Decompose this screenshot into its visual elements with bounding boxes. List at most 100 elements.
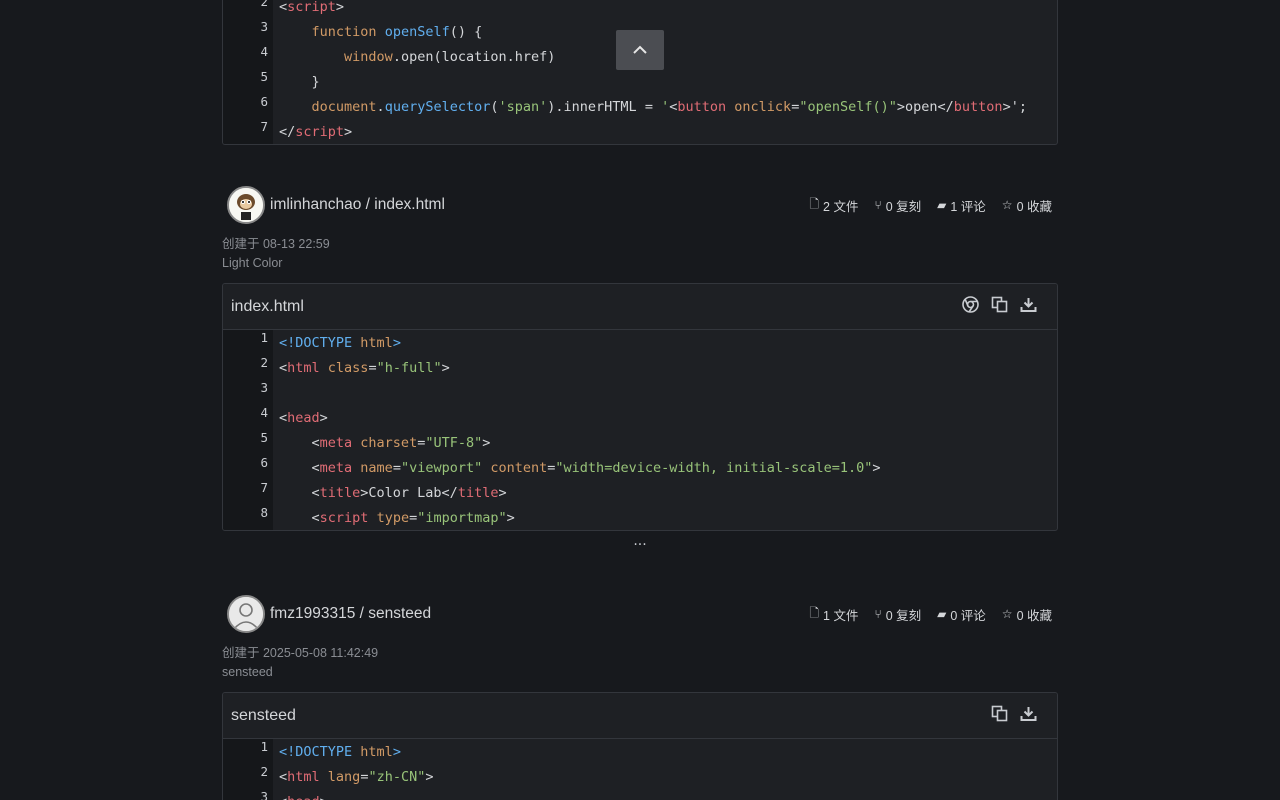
line-number: 5 [260, 69, 268, 84]
stars-stat[interactable]: ☆ 0 收藏 [1002, 604, 1052, 625]
gist-created: 创建于 08-13 22:59 [222, 237, 330, 251]
line-number: 6 [260, 94, 268, 109]
fork-icon: ⑂ [874, 607, 882, 621]
code-line: 1 <!DOCTYPE html> [223, 330, 1057, 355]
code-token: html [360, 334, 393, 351]
code-token: charset [360, 434, 418, 451]
line-number: 1 [260, 739, 268, 754]
code-token: < [279, 484, 320, 501]
line-number: 6 [260, 455, 268, 470]
comment-icon: ▰ [937, 198, 947, 212]
back-to-top-button[interactable] [616, 30, 664, 70]
gist-created: 创建于 2025-05-08 11:42:49 [222, 646, 379, 660]
code-lines: 2 <script> 3 function openSelf() {4 window… [223, 0, 1057, 144]
code-token: lang [327, 768, 361, 785]
code-token: script [287, 0, 336, 15]
line-code: <title>Color Lab</title> [273, 485, 507, 501]
code-token: } [279, 73, 320, 90]
code-line: 7 <title>Color Lab</title> [223, 480, 1057, 505]
code-token: . [376, 98, 385, 115]
download-icon [1020, 707, 1037, 721]
line-code: window.open(location.href) [273, 49, 555, 65]
code-token: >Color Lab</ [360, 484, 458, 501]
code-line: 6 <meta name="viewport" content="width=d… [223, 455, 1057, 480]
gist-owner-link[interactable]: imlinhanchao / index.html [270, 196, 445, 214]
gist-owner-link[interactable]: fmz1993315 / sensteed [270, 605, 431, 623]
code-token: </ [279, 123, 296, 140]
stars-stat[interactable]: ☆ 0 收藏 [1002, 195, 1052, 216]
code-token: > [506, 509, 515, 526]
file-name[interactable]: index.html [231, 298, 304, 316]
line-number: 5 [260, 430, 268, 445]
gist-file: sensteed 1 <!DOCTYPE html> 2 <html lang="zh… [222, 692, 1058, 800]
code-line: 4 <head> [223, 405, 1057, 430]
code-token: button [953, 98, 1003, 115]
copy-button[interactable] [991, 296, 1008, 317]
code-token: content [490, 459, 548, 476]
preview-button[interactable] [962, 296, 979, 317]
comments-stat[interactable]: ▰ 0 评论 [937, 604, 986, 625]
forks-stat[interactable]: ⑂ 0 复刻 [874, 604, 921, 625]
code-token: onclick [734, 98, 792, 115]
code-token: > [441, 359, 450, 376]
line-code: <head> [273, 410, 328, 426]
file-name[interactable]: sensteed [231, 707, 296, 725]
code-token: .open(location.href) [392, 48, 556, 65]
comments-stat[interactable]: ▰ 1 评论 [937, 195, 986, 216]
previous-gist-code: 2 <script> 3 function openSelf() {4 window… [222, 0, 1058, 145]
line-code: <!DOCTYPE html> [273, 744, 401, 760]
chrome-icon [962, 296, 979, 313]
gist-stats: 🗋 2 文件 ⑂ 0 复刻 ▰ 1 评论 ☆ 0 收藏 [809, 195, 1058, 216]
code-token: name [360, 459, 393, 476]
code-token: head [287, 794, 320, 800]
line-code: <html class="h-full"> [273, 360, 450, 376]
forks-stat[interactable]: ⑂ 0 复刻 [874, 195, 921, 216]
fork-icon: ⑂ [874, 198, 882, 212]
code-line: 3 [223, 380, 1057, 405]
copy-icon [991, 296, 1008, 313]
download-button[interactable] [1020, 296, 1037, 317]
code-line: 1 <!DOCTYPE html> [223, 739, 1057, 764]
code-token: html [287, 768, 320, 785]
code-token: "openSelf()" [799, 98, 897, 115]
copy-icon [991, 705, 1008, 722]
code-token: < [279, 794, 287, 800]
code-token: script [295, 123, 345, 140]
code-token: () { [449, 23, 483, 40]
code-token: 'span' [498, 98, 548, 115]
code-line: 2 <html lang="zh-CN"> [223, 764, 1057, 789]
line-code [273, 385, 287, 401]
code-token: title [319, 484, 361, 501]
avatar[interactable] [227, 186, 265, 224]
code-token: > [392, 334, 401, 351]
gist-file: index.html 1 <!DOCTYPE html> 2 <html class=… [222, 283, 1058, 531]
gist-header: fmz1993315 / sensteed 🗋 1 文件 ⑂ 0 复刻 ▰ 0 评论 … [222, 594, 1058, 634]
code-token: "zh-CN" [368, 768, 426, 785]
line-code: <script type="importmap"> [273, 510, 515, 526]
line-code: document.querySelector('span').innerHTML… [273, 99, 1027, 115]
code-line: 6 document.querySelector('span').innerHT… [223, 94, 1057, 119]
show-more-button[interactable]: ... [622, 533, 658, 549]
line-number: 8 [260, 505, 268, 520]
code-token: = [409, 509, 418, 526]
line-number: 7 [260, 480, 268, 495]
line-number: 3 [260, 19, 268, 34]
code-token: "h-full" [376, 359, 442, 376]
code-token: "importmap" [417, 509, 507, 526]
files-stat[interactable]: 🗋 1 文件 [809, 604, 858, 625]
copy-button[interactable] [991, 705, 1008, 726]
code-token: > [425, 768, 434, 785]
line-code: <meta name="viewport" content="width=dev… [273, 460, 881, 476]
code-token: < [279, 0, 288, 15]
code-lines: 1<!DOCTYPE html>2<html lang="zh-CN">3<he… [223, 739, 1057, 800]
files-stat[interactable]: 🗋 2 文件 [809, 195, 858, 216]
file-icon: 🗋 [809, 196, 820, 211]
avatar[interactable] [227, 595, 265, 633]
code-token: button [677, 98, 727, 115]
download-button[interactable] [1020, 705, 1037, 726]
code-token: script [319, 509, 369, 526]
line-code: <html lang="zh-CN"> [273, 769, 434, 785]
